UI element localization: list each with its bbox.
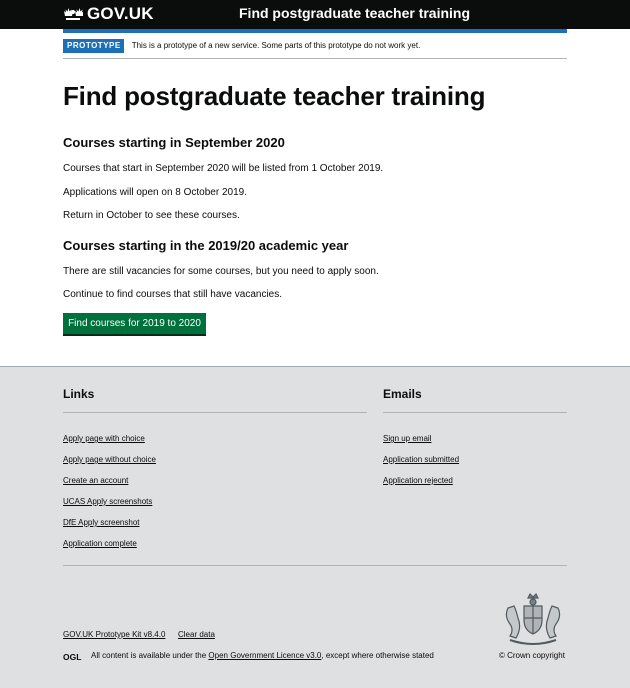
section-heading-2019-20: Courses starting in the 2019/20 academic… (63, 238, 349, 253)
footer-section-divider (63, 565, 567, 566)
main-content: Find postgraduate teacher training Cours… (63, 80, 567, 334)
phase-banner-text: This is a prototype of a new service. So… (131, 41, 421, 50)
licence-text: All content is available under the Open … (91, 651, 434, 661)
footer-link-create-account[interactable]: Create an account (63, 476, 128, 486)
footer-link-application-rejected[interactable]: Application rejected (383, 476, 453, 486)
footer-link-application-submitted[interactable]: Application submitted (383, 455, 459, 465)
phase-tag: PROTOTYPE (63, 39, 124, 53)
footer-link-sign-up-email[interactable]: Sign up email (383, 434, 431, 444)
site-footer: Links Apply page with choice Apply page … (0, 366, 630, 688)
service-name-link[interactable]: Find postgraduate teacher training (239, 5, 470, 21)
govuk-logo-text: GOV.UK (87, 4, 154, 23)
footer-link-apply-without-choice[interactable]: Apply page without choice (63, 455, 156, 465)
body-text: Applications will open on 8 October 2019… (63, 187, 248, 198)
body-text: Return in October to see these courses. (63, 210, 240, 221)
site-header: GOV.UK Find postgraduate teacher trainin… (0, 0, 630, 29)
footer-link-application-complete[interactable]: Application complete (63, 539, 137, 549)
licence-suffix: , except where otherwise stated (321, 651, 434, 660)
body-text: There are still vacancies for some cours… (63, 266, 379, 277)
crown-icon (64, 8, 83, 20)
footer-link-prototype-kit[interactable]: GOV.UK Prototype Kit v8.4.0 (63, 630, 165, 640)
footer-emails-divider (383, 412, 567, 413)
footer-emails-heading: Emails (383, 387, 422, 401)
footer-link-clear-data[interactable]: Clear data (178, 630, 215, 640)
footer-link-ucas-screenshots[interactable]: UCAS Apply screenshots (63, 497, 152, 507)
open-government-licence-link[interactable]: Open Government Licence v3.0 (208, 651, 321, 660)
header-blue-bar (63, 29, 567, 33)
svg-text:OGL: OGL (63, 652, 81, 662)
licence-prefix: All content is available under the (91, 651, 207, 660)
footer-links-divider (63, 412, 367, 413)
govuk-logo-link[interactable]: GOV.UK (63, 4, 154, 24)
footer-links-heading: Links (63, 387, 95, 401)
phase-banner: PROTOTYPE This is a prototype of a new s… (63, 39, 567, 59)
ogl-logo-icon: OGL (63, 652, 81, 662)
body-text: Continue to find courses that still have… (63, 289, 283, 300)
footer-link-apply-with-choice[interactable]: Apply page with choice (63, 434, 145, 444)
find-courses-button[interactable]: Find courses for 2019 to 2020 (63, 313, 206, 334)
royal-coat-of-arms-icon (505, 592, 561, 645)
crown-copyright: © Crown copyright (499, 651, 565, 660)
section-heading-september-2020: Courses starting in September 2020 (63, 135, 285, 150)
page-title: Find postgraduate teacher training (63, 81, 486, 111)
body-text: Courses that start in September 2020 wil… (63, 163, 384, 174)
footer-link-dfe-screenshot[interactable]: DfE Apply screenshot (63, 518, 139, 528)
